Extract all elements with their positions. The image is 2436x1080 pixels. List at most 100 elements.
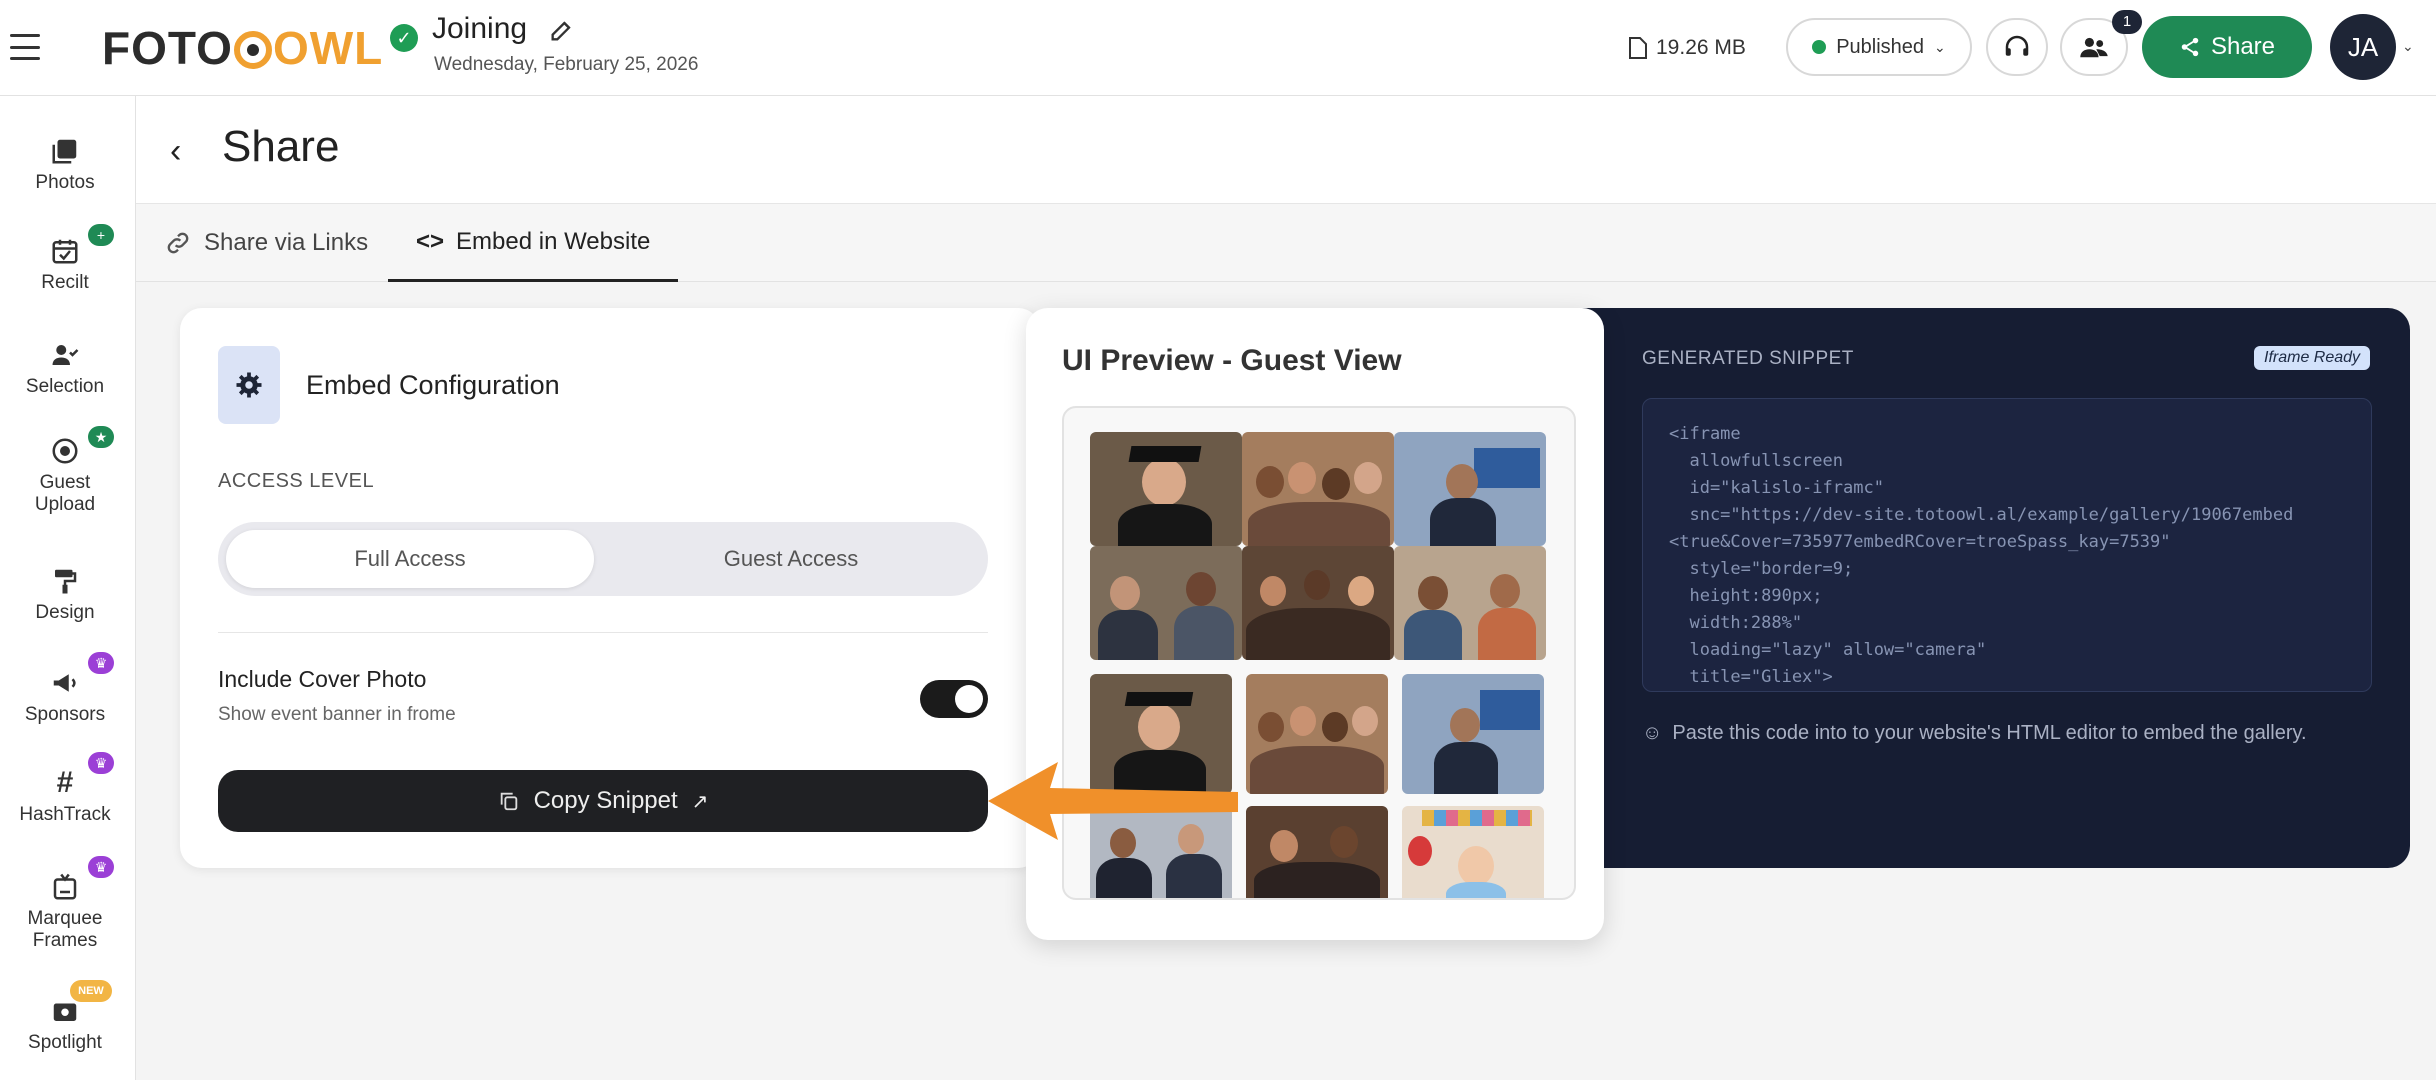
crown-badge: ♛ — [88, 856, 114, 878]
storage-size: 19.26 MB — [1628, 36, 1746, 60]
camera-face-icon — [52, 438, 78, 464]
sidebar-item-label: Design — [35, 602, 95, 623]
share-button-label: Share — [2210, 33, 2276, 60]
menu-icon[interactable] — [10, 34, 40, 60]
include-cover-photo-description: Show event banner in frome — [218, 704, 456, 725]
event-title: Joining — [432, 12, 528, 45]
tab-label: Share via Links — [204, 229, 369, 256]
tab-embed-in-website[interactable]: <> Embed in Website — [388, 204, 679, 282]
gallery-photo[interactable] — [1242, 546, 1394, 660]
megaphone-icon — [53, 674, 76, 692]
frame-icon — [53, 873, 77, 900]
sidebar-item-sponsors[interactable]: Sponsors — [0, 668, 130, 726]
snippet-hint: ☺ Paste this code into to your website's… — [1642, 722, 2307, 745]
share-tabs: Share via Links <> Embed in Website — [136, 204, 2436, 282]
photos-icon — [52, 139, 77, 164]
file-icon — [1629, 37, 1647, 59]
include-cover-photo-toggle[interactable] — [920, 680, 988, 718]
tab-label: Embed in Website — [456, 227, 651, 255]
gallery-photo[interactable] — [1394, 432, 1546, 546]
support-button[interactable] — [1986, 18, 2048, 76]
sidebar-item-selection[interactable]: Selection — [0, 340, 130, 398]
gallery-photo[interactable] — [1090, 432, 1242, 546]
sidebar: Photos Recilt + Selection Guest Upload ★… — [0, 96, 136, 1080]
external-arrow-icon: ↗ — [691, 790, 709, 813]
fotoowl-logo[interactable]: FOTO OWL — [102, 20, 383, 76]
new-badge: NEW — [70, 980, 112, 1002]
crown-badge: ♛ — [88, 752, 114, 774]
sidebar-item-label: Photos — [35, 172, 95, 193]
snippet-code[interactable]: <iframe allowfullscreen id="kalislo-ifra… — [1642, 398, 2372, 692]
gallery-photo[interactable] — [1402, 674, 1544, 794]
gallery-photo[interactable] — [1090, 546, 1242, 660]
sidebar-item-label: HashTrack — [19, 804, 111, 825]
crown-badge: ♛ — [88, 652, 114, 674]
embed-configuration-card: Embed Configuration ACCESS LEVEL Full Ac… — [180, 308, 1040, 868]
headset-icon — [2005, 35, 2029, 56]
sidebar-item-photos[interactable]: Photos — [0, 136, 130, 194]
config-title: Embed Configuration — [306, 370, 560, 400]
user-avatar[interactable]: JA — [2330, 14, 2396, 80]
sidebar-item-hashtrack[interactable]: # HashTrack — [0, 768, 130, 826]
users-icon — [2080, 37, 2108, 58]
top-bar: FOTO OWL ✓ Joining Wednesday, February 25… — [0, 0, 2436, 96]
logo-text-owl: OWL — [272, 22, 384, 74]
sidebar-item-label: Sponsors — [24, 704, 106, 725]
owl-eye-icon — [233, 31, 272, 69]
sidebar-item-label: Marquee Frames — [27, 908, 103, 951]
share-button[interactable]: Share — [2142, 16, 2312, 78]
person-check-icon — [52, 345, 79, 365]
notification-badge: 1 — [2112, 10, 2142, 34]
page-header: ‹ Share — [136, 96, 2436, 204]
access-level-label: ACCESS LEVEL — [218, 470, 375, 492]
code-icon: <> — [416, 227, 445, 255]
logo-text-foto: FOTO — [102, 22, 233, 74]
sidebar-item-label: Selection — [25, 376, 105, 397]
gallery-photo[interactable] — [1246, 806, 1388, 898]
check-circle-icon: ✓ — [390, 24, 418, 52]
sidebar-item-guest-upload[interactable]: Guest Upload — [0, 436, 130, 516]
copy-snippet-label: Copy Snippet — [533, 787, 678, 814]
sidebar-item-label: Guest Upload — [34, 472, 96, 515]
publish-status-dropdown[interactable]: Published ⌄ — [1786, 18, 1972, 76]
snippet-hint-text: Paste this code into to your website's H… — [1672, 722, 2307, 744]
sidebar-item-marquee-frames[interactable]: Marquee Frames — [0, 872, 130, 952]
star-badge: ★ — [88, 426, 114, 448]
chevron-down-icon: ⌄ — [1934, 38, 1946, 55]
pointer-arrow-icon — [988, 762, 1238, 840]
event-date: Wednesday, February 25, 2026 — [434, 54, 699, 75]
snippet-label: GENERATED SNIPPET — [1642, 348, 1854, 369]
gallery-photo[interactable] — [1246, 674, 1388, 794]
full-access-option[interactable]: Full Access — [226, 530, 594, 588]
tab-share-via-links[interactable]: Share via Links — [136, 204, 396, 282]
gallery-photo[interactable] — [1394, 546, 1546, 660]
sidebar-item-label: Spotlight — [28, 1032, 102, 1053]
sidebar-item-label: Recilt — [41, 272, 89, 293]
link-icon — [167, 232, 189, 254]
chevron-down-icon[interactable]: ⌄ — [2402, 38, 2414, 55]
back-arrow-icon[interactable]: ‹ — [170, 132, 181, 171]
copy-icon — [500, 792, 517, 811]
gear-icon — [218, 346, 280, 424]
divider — [218, 632, 988, 633]
gallery-photo[interactable] — [1402, 806, 1544, 898]
publish-status-label: Published — [1836, 35, 1925, 58]
gallery-photo[interactable] — [1242, 432, 1394, 546]
iframe-ready-badge: Iframe Ready — [2254, 346, 2371, 370]
guest-access-option[interactable]: Guest Access — [602, 530, 980, 588]
plus-badge: + — [88, 224, 114, 246]
storage-size-value: 19.26 MB — [1656, 36, 1746, 59]
calendar-icon — [52, 239, 78, 264]
edit-icon[interactable] — [548, 16, 576, 44]
include-cover-photo-label: Include Cover Photo — [218, 666, 427, 692]
share-icon — [2181, 37, 2199, 57]
sidebar-item-design[interactable]: Design — [0, 566, 130, 624]
info-icon: ☺ — [1642, 722, 1663, 744]
page-title: Share — [222, 122, 340, 171]
preview-title: UI Preview - Guest View — [1062, 344, 1402, 377]
sidebar-item-recilt[interactable]: Recilt — [0, 236, 130, 294]
sidebar-item-spotlight[interactable]: Spotlight — [0, 996, 130, 1054]
copy-snippet-button[interactable]: Copy Snippet ↗ — [218, 770, 988, 832]
paint-roller-icon — [55, 569, 77, 594]
generated-snippet-card: GENERATED SNIPPET Iframe Ready <iframe a… — [1580, 308, 2410, 868]
